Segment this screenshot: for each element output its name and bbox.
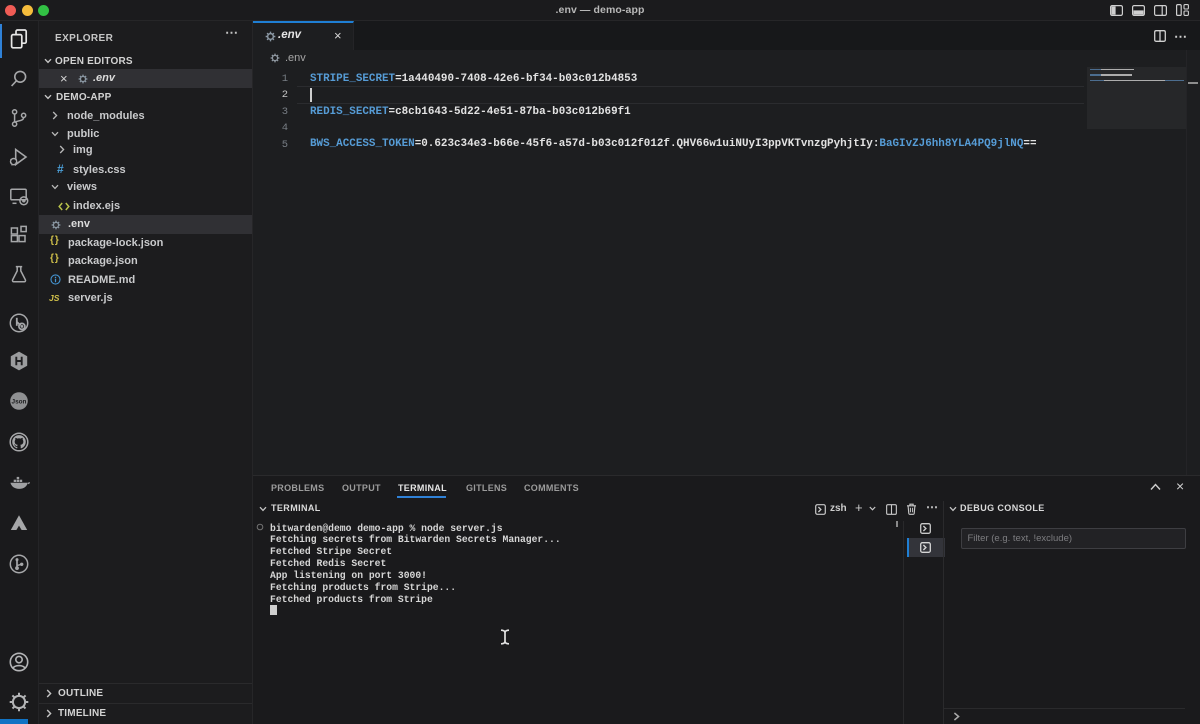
svg-text:Json: Json <box>12 398 27 405</box>
